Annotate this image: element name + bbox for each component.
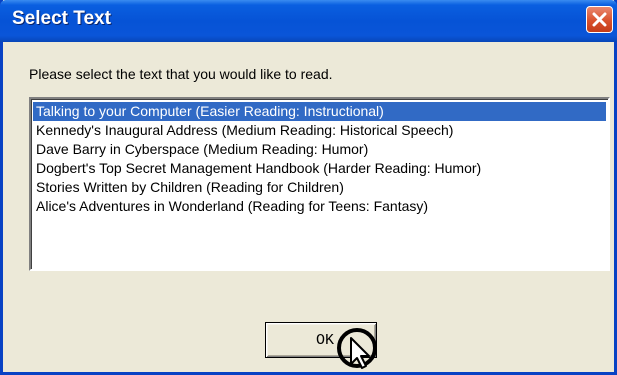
list-item[interactable]: Dogbert's Top Secret Management Handbook… [33, 159, 606, 178]
instruction-text: Please select the text that you would li… [29, 66, 333, 82]
list-item[interactable]: Talking to your Computer (Easier Reading… [33, 102, 606, 121]
list-item[interactable]: Kennedy's Inaugural Address (Medium Read… [33, 121, 606, 140]
select-text-dialog: Select Text Please select the text that … [0, 0, 617, 375]
window-title: Select Text [12, 8, 111, 29]
list-item[interactable]: Stories Written by Children (Reading for… [33, 178, 606, 197]
title-bar[interactable]: Select Text [0, 0, 617, 42]
text-selection-list[interactable]: Talking to your Computer (Easier Reading… [29, 97, 610, 271]
close-icon [592, 12, 607, 27]
list-item[interactable]: Dave Barry in Cyberspace (Medium Reading… [33, 140, 606, 159]
list-item[interactable]: Alice's Adventures in Wonderland (Readin… [33, 197, 606, 216]
ok-button[interactable]: OK [265, 322, 377, 358]
close-button[interactable] [586, 6, 613, 33]
ok-button-label: OK [315, 331, 334, 349]
